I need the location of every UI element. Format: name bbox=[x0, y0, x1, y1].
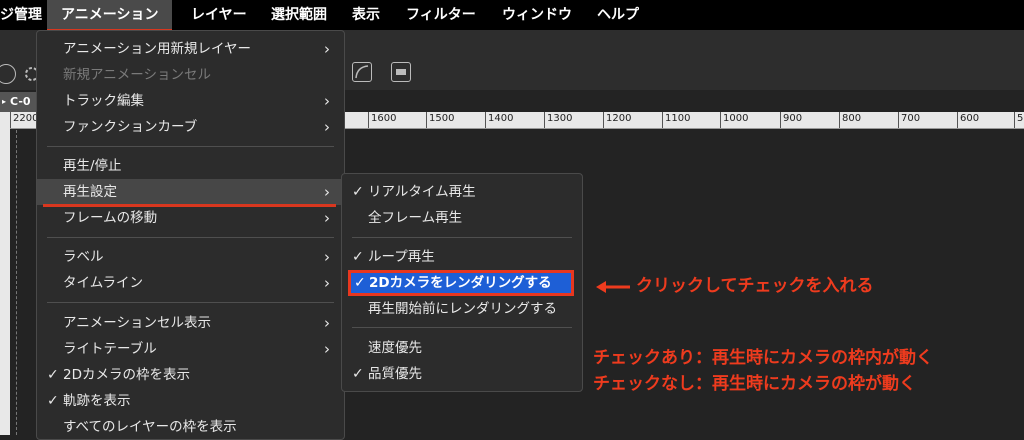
menu-item-playback-settings[interactable]: 再生設定 › bbox=[37, 179, 344, 207]
submenu-item-realtime-playback[interactable]: ✓ リアルタイム再生 bbox=[342, 179, 582, 205]
checkmark-icon: ✓ bbox=[47, 393, 59, 409]
ruler-tick: 800 bbox=[839, 112, 861, 128]
ruler-tick: 1300 bbox=[544, 112, 572, 128]
vertical-ruler bbox=[0, 128, 10, 435]
curve-icon[interactable] bbox=[352, 62, 372, 82]
menu-help[interactable]: ヘルプ bbox=[597, 0, 639, 30]
lasso-icon[interactable] bbox=[0, 64, 16, 84]
menu-item-label-sub[interactable]: ラベル › bbox=[37, 244, 344, 270]
submenu-item-label: 速度優先 bbox=[368, 340, 422, 356]
menu-item-label: ライトテーブル bbox=[63, 341, 157, 357]
chevron-right-icon: › bbox=[324, 274, 330, 292]
ruler-tick: 5 bbox=[1014, 112, 1023, 128]
checkmark-icon: ✓ bbox=[352, 366, 364, 382]
menu-item-show-all-layer-frames[interactable]: すべてのレイヤーの枠を表示 bbox=[37, 414, 344, 440]
left-arrow-icon bbox=[596, 281, 630, 293]
submenu-item-render-before-playback[interactable]: 再生開始前にレンダリングする bbox=[342, 296, 582, 322]
ruler-tick: 1600 bbox=[368, 112, 396, 128]
menu-item-label: アニメーション用新規レイヤー bbox=[63, 41, 252, 57]
submenu-item-label: 全フレーム再生 bbox=[368, 210, 463, 226]
chevron-right-icon: › bbox=[324, 340, 330, 358]
chevron-right-icon: › bbox=[324, 40, 330, 58]
menu-item-label: ファンクションカーブ bbox=[63, 119, 198, 135]
ruler-tick: 1400 bbox=[485, 112, 513, 128]
menu-item-label: 再生/停止 bbox=[63, 158, 122, 174]
menu-separator bbox=[47, 237, 334, 238]
menu-item-show-camera-frame[interactable]: ✓ 2Dカメラの枠を表示 bbox=[37, 362, 344, 388]
menu-selection[interactable]: 選択範囲 bbox=[271, 0, 327, 30]
menu-item-label: タイムライン bbox=[63, 275, 144, 291]
submenu-separator bbox=[352, 327, 572, 328]
menu-view[interactable]: 表示 bbox=[352, 0, 380, 30]
menu-separator bbox=[47, 146, 334, 147]
menu-item-label: トラック編集 bbox=[63, 93, 144, 109]
menu-separator bbox=[47, 302, 334, 303]
submenu-item-quality-priority[interactable]: ✓ 品質優先 bbox=[342, 361, 582, 387]
menu-layer[interactable]: レイヤー bbox=[191, 0, 247, 30]
menu-animation-label: アニメーション bbox=[61, 7, 159, 23]
ruler-tick: 2200 bbox=[10, 112, 38, 128]
checkmark-icon: ✓ bbox=[352, 249, 364, 265]
ruler-tick: 1500 bbox=[426, 112, 454, 128]
menu-bar: ジ管理 アニメーション レイヤー 選択範囲 表示 フィルター ウィンドウ ヘルプ bbox=[0, 0, 1024, 32]
submenu-item-label: 品質優先 bbox=[368, 366, 422, 382]
chevron-right-icon: › bbox=[324, 92, 330, 110]
menu-window[interactable]: ウィンドウ bbox=[502, 0, 572, 30]
submenu-item-label: リアルタイム再生 bbox=[368, 184, 476, 200]
menu-item-label: ラベル bbox=[63, 249, 104, 265]
menu-item-show-trajectory[interactable]: ✓ 軌跡を表示 bbox=[37, 388, 344, 414]
chevron-right-icon: › bbox=[324, 248, 330, 266]
ruler-tick: 1200 bbox=[603, 112, 631, 128]
tab-arrow-icon: ▸ bbox=[2, 97, 7, 106]
menu-item-timeline[interactable]: タイムライン › bbox=[37, 270, 344, 296]
menu-item-move-frame[interactable]: フレームの移動 › bbox=[37, 205, 344, 231]
panel-icon[interactable] bbox=[391, 62, 411, 82]
ruler-tick: 1100 bbox=[662, 112, 690, 128]
submenu-item-label: 2Dカメラをレンダリングする bbox=[369, 275, 552, 291]
canvas-tab-label: C-0 bbox=[10, 95, 31, 108]
canvas-tab[interactable]: ▸ C-0 bbox=[0, 92, 40, 112]
menu-item-function-curve[interactable]: ファンクションカーブ › bbox=[37, 114, 344, 140]
menu-item-play-stop[interactable]: 再生/停止 bbox=[37, 153, 344, 179]
chevron-right-icon: › bbox=[324, 183, 330, 201]
menu-item-label: フレームの移動 bbox=[63, 210, 158, 226]
checkmark-icon: ✓ bbox=[354, 275, 366, 291]
menu-item-label: 新規アニメーションセル bbox=[63, 67, 211, 83]
chevron-right-icon: › bbox=[324, 118, 330, 136]
annotation-click-instruction: クリックしてチェックを入れる bbox=[636, 276, 874, 296]
ruler-tick: 900 bbox=[780, 112, 802, 128]
menu-filter[interactable]: フィルター bbox=[406, 0, 476, 30]
menu-animation[interactable]: アニメーション bbox=[47, 0, 173, 32]
ruler-tick: 1000 bbox=[720, 112, 748, 128]
menu-item-cel-display[interactable]: アニメーションセル表示 › bbox=[37, 310, 344, 336]
ruler-tick: 600 bbox=[957, 112, 979, 128]
menu-item-label: 2Dカメラの枠を表示 bbox=[63, 367, 190, 383]
submenu-item-all-frames-playback[interactable]: 全フレーム再生 bbox=[342, 205, 582, 231]
menu-item-track-edit[interactable]: トラック編集 › bbox=[37, 88, 344, 114]
chevron-right-icon: › bbox=[324, 314, 330, 332]
menu-item-new-animation-cel: 新規アニメーションセル bbox=[37, 62, 344, 88]
canvas-boundary bbox=[16, 130, 17, 435]
menu-page-management[interactable]: ジ管理 bbox=[0, 0, 42, 30]
checkmark-icon: ✓ bbox=[47, 367, 59, 383]
playback-settings-submenu: ✓ リアルタイム再生 全フレーム再生 ✓ ループ再生 ✓ 2Dカメラをレンダリン… bbox=[341, 173, 583, 392]
annotation-checked-note: チェックあり：再生時にカメラの枠内が動く bbox=[593, 348, 933, 368]
submenu-item-loop-playback[interactable]: ✓ ループ再生 bbox=[342, 244, 582, 270]
menu-item-light-table[interactable]: ライトテーブル › bbox=[37, 336, 344, 362]
menu-item-label: すべてのレイヤーの枠を表示 bbox=[63, 419, 237, 435]
chevron-right-icon: › bbox=[324, 209, 330, 227]
animation-menu: アニメーション用新規レイヤー › 新規アニメーションセル トラック編集 › ファ… bbox=[36, 30, 345, 440]
submenu-separator bbox=[352, 237, 572, 238]
submenu-item-label: ループ再生 bbox=[368, 249, 435, 265]
checkmark-icon: ✓ bbox=[352, 184, 364, 200]
menu-item-new-animation-layer[interactable]: アニメーション用新規レイヤー › bbox=[37, 36, 344, 62]
annotation-unchecked-note: チェックなし：再生時にカメラの枠が動く bbox=[593, 374, 916, 394]
menu-item-label: 軌跡を表示 bbox=[63, 393, 131, 409]
menu-item-label: 再生設定 bbox=[63, 184, 117, 200]
submenu-item-speed-priority[interactable]: 速度優先 bbox=[342, 335, 582, 361]
submenu-item-label: 再生開始前にレンダリングする bbox=[368, 301, 557, 317]
menu-item-label: アニメーションセル表示 bbox=[63, 315, 211, 331]
ruler-tick: 700 bbox=[898, 112, 920, 128]
submenu-item-render-2d-camera[interactable]: ✓ 2Dカメラをレンダリングする bbox=[348, 270, 574, 296]
